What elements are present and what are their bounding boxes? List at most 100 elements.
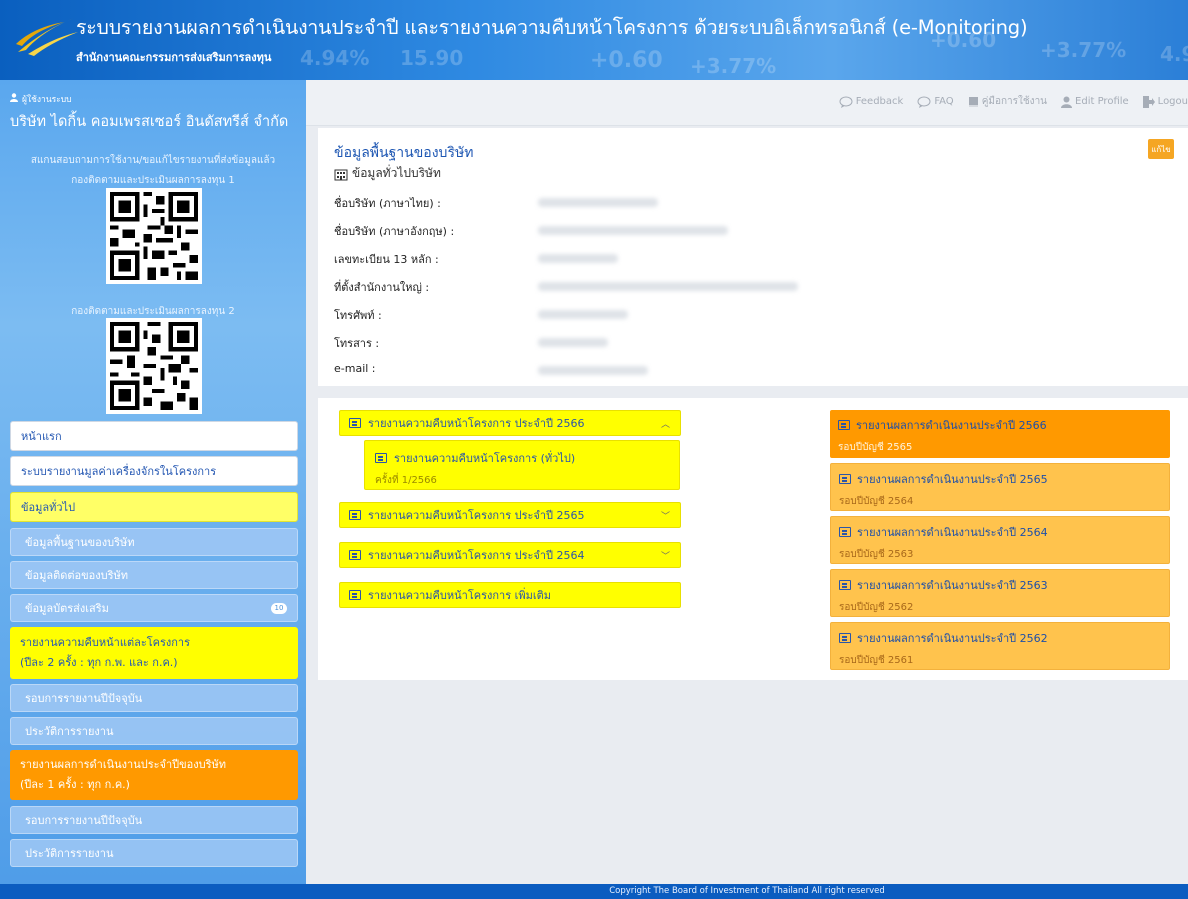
nav-progress-report[interactable]: รายงานความคืบหน้าแต่ละโครงการ (ปีละ 2 คร… [10, 627, 298, 679]
nav-progress-title: รายงานความคืบหน้าแต่ละโครงการ [20, 636, 191, 649]
chevron-up-icon: ︿ [660, 419, 670, 430]
nav-progress-current-round[interactable]: รอบการรายงานปีปัจจุบัน [10, 684, 298, 712]
ticker-text: 4.94% [300, 46, 370, 70]
logout-icon [1142, 95, 1155, 108]
ticker-text: +3.77% [690, 54, 777, 78]
reports-card: รายงานความคืบหน้าโครงการ ประจำปี 2566 ︿ … [318, 398, 1188, 680]
chevron-down-icon: ﹀ [660, 551, 670, 562]
field-label: โทรศัพท์ : [334, 309, 382, 322]
footer: Copyright The Board of Investment of Tha… [306, 884, 1188, 899]
edit-button[interactable]: แก้ไข [1148, 139, 1174, 159]
boi-logo-icon [16, 18, 78, 56]
agency-name: สำนักงานคณะกรรมการส่งเสริมการลงทุน [76, 51, 272, 64]
round-label: รอบปีบัญชี 2562 [839, 602, 914, 613]
annual-2563-item[interactable]: รายงานผลการดำเนินงานประจำปี 2563 รอบปีบั… [830, 569, 1170, 617]
round-label: รอบปีบัญชี 2563 [839, 549, 914, 560]
report-icon [839, 633, 851, 643]
section-subtitle: ข้อมูลทั่วไปบริษัท [352, 166, 441, 180]
qr1-label: กองติดตามและประเมินผลการลงทุน 1 [71, 175, 235, 186]
nav-progress-history[interactable]: ประวัติการรายงาน [10, 717, 298, 745]
count-badge: 10 [271, 602, 287, 614]
report-icon [349, 418, 361, 428]
building-icon [334, 169, 348, 180]
speech-bubble-icon [839, 96, 853, 108]
faq-link[interactable]: FAQ [917, 94, 954, 109]
redacted-value [538, 198, 658, 207]
report-icon [349, 590, 361, 600]
report-icon [839, 527, 851, 537]
ticker-text: +0.60 [590, 48, 663, 73]
progress-extra-item[interactable]: รายงานความคืบหน้าโครงการ เพิ่มเติม [339, 582, 681, 608]
ticker-text: +3.77% [1040, 38, 1127, 62]
report-icon [349, 510, 361, 520]
ticker-text: 15.90 [400, 46, 464, 70]
report-icon [839, 580, 851, 590]
footer-side [0, 884, 306, 899]
company-info-card: ข้อมูลพื้นฐานของบริษัท ข้อมูลทั่วไปบริษั… [318, 128, 1188, 386]
qr-code-1[interactable] [106, 188, 202, 284]
progress-2565-accordion[interactable]: รายงานความคืบหน้าโครงการ ประจำปี 2565 ﹀ [339, 502, 681, 528]
redacted-value [538, 254, 618, 263]
qr-intro-text: สแกนสอบถามการใช้งาน/ขอแก้ไขรายงานที่ส่งข… [30, 155, 276, 166]
app-title: ระบบรายงานผลการดำเนินงานประจำปี และรายงา… [76, 16, 1028, 39]
annual-2564-item[interactable]: รายงานผลการดำเนินงานประจำปี 2564 รอบปีบั… [830, 516, 1170, 564]
round-label: รอบปีบัญชี 2561 [839, 655, 914, 666]
chevron-down-icon: ﹀ [660, 511, 670, 522]
report-icon [839, 474, 851, 484]
edit-profile-link[interactable]: Edit Profile [1061, 94, 1129, 109]
nav-machine-report[interactable]: ระบบรายงานมูลค่าเครื่องจักรในโครงการ [10, 456, 298, 486]
report-icon [349, 550, 361, 560]
logout-link[interactable]: Logou [1142, 94, 1188, 109]
nav-annual-title: รายงานผลการดำเนินงานประจำปีของบริษัท [20, 758, 227, 771]
company-name: บริษัท ไดกิ้น คอมเพรสเซอร์ อินดัสทรีส์ จ… [10, 114, 289, 130]
nav-annual-note: (ปีละ 1 ครั้ง : ทุก ก.ค.) [20, 778, 130, 791]
field-label: ชื่อบริษัท (ภาษาอังกฤษ) : [334, 225, 455, 238]
nav-general-info[interactable]: ข้อมูลทั่วไป [10, 492, 298, 522]
speech-bubble-icon [917, 96, 931, 108]
user-role: ผู้ใช้งานระบบ [22, 95, 72, 105]
redacted-value [538, 282, 798, 291]
nav-company-contact[interactable]: ข้อมูลติดต่อของบริษัท [10, 561, 298, 589]
field-label: ชื่อบริษัท (ภาษาไทย) : [334, 197, 441, 210]
field-label: ที่ตั้งสำนักงานใหญ่ : [334, 281, 430, 294]
report-icon [375, 453, 387, 463]
book-icon [968, 96, 978, 107]
redacted-value [538, 366, 648, 375]
feedback-link[interactable]: Feedback [839, 94, 903, 109]
redacted-value [538, 338, 608, 347]
progress-general-item[interactable]: รายงานความคืบหน้าโครงการ (ทั่วไป) ครั้งท… [364, 440, 680, 490]
round-label: ครั้งที่ 1/2566 [375, 475, 437, 486]
progress-2566-accordion[interactable]: รายงานความคืบหน้าโครงการ ประจำปี 2566 ︿ [339, 410, 681, 436]
field-label: e-mail : [334, 362, 376, 375]
round-label: รอบปีบัญชี 2564 [839, 496, 914, 507]
redacted-value [538, 310, 628, 319]
annual-2565-item[interactable]: รายงานผลการดำเนินงานประจำปี 2565 รอบปีบั… [830, 463, 1170, 511]
sidebar: ผู้ใช้งานระบบ บริษัท ไดกิ้น คอมเพรสเซอร์… [0, 80, 306, 899]
progress-2564-accordion[interactable]: รายงานความคืบหน้าโครงการ ประจำปี 2564 ﹀ [339, 542, 681, 568]
nav-progress-note: (ปีละ 2 ครั้ง : ทุก ก.พ. และ ก.ค.) [20, 656, 178, 669]
annual-2566-item[interactable]: รายงานผลการดำเนินงานประจำปี 2566 รอบปีบั… [830, 410, 1170, 458]
field-label: เลขทะเบียน 13 หลัก : [334, 253, 439, 266]
qr2-label: กองติดตามและประเมินผลการลงทุน 2 [71, 306, 235, 317]
nav-promotion-cards[interactable]: ข้อมูลบัตรส่งเสริม 10 [10, 594, 298, 622]
user-icon [10, 93, 18, 105]
top-toolbar: Feedback FAQ คู่มือการใช้งาน Edit Profil… [306, 80, 1188, 126]
manual-link[interactable]: คู่มือการใช้งาน [968, 94, 1047, 109]
field-label: โทรสาร : [334, 337, 380, 350]
user-box: ผู้ใช้งานระบบ บริษัท ไดกิ้น คอมเพรสเซอร์… [10, 92, 288, 133]
nav-company-basic[interactable]: ข้อมูลพื้นฐานของบริษัท [10, 528, 298, 556]
nav-annual-history[interactable]: ประวัติการรายงาน [10, 839, 298, 867]
annual-2562-item[interactable]: รายงานผลการดำเนินงานประจำปี 2562 รอบปีบั… [830, 622, 1170, 670]
ticker-text: 4.9 [1160, 42, 1188, 66]
nav-annual-current-round[interactable]: รอบการรายงานปีปัจจุบัน [10, 806, 298, 834]
user-icon [1061, 96, 1073, 108]
nav-promotion-cards-label: ข้อมูลบัตรส่งเสริม [25, 602, 109, 615]
app-header: 4.94% 15.90 +0.60 +3.77% +0.60 +3.77% 4.… [0, 0, 1188, 80]
nav-home[interactable]: หน้าแรก [10, 421, 298, 451]
qr-code-2[interactable] [106, 318, 202, 414]
report-icon [838, 420, 850, 430]
round-label: รอบปีบัญชี 2565 [838, 442, 913, 453]
page-title: ข้อมูลพื้นฐานของบริษัท [334, 145, 474, 161]
nav-annual-report[interactable]: รายงานผลการดำเนินงานประจำปีของบริษัท (ปี… [10, 750, 298, 800]
redacted-value [538, 226, 728, 235]
